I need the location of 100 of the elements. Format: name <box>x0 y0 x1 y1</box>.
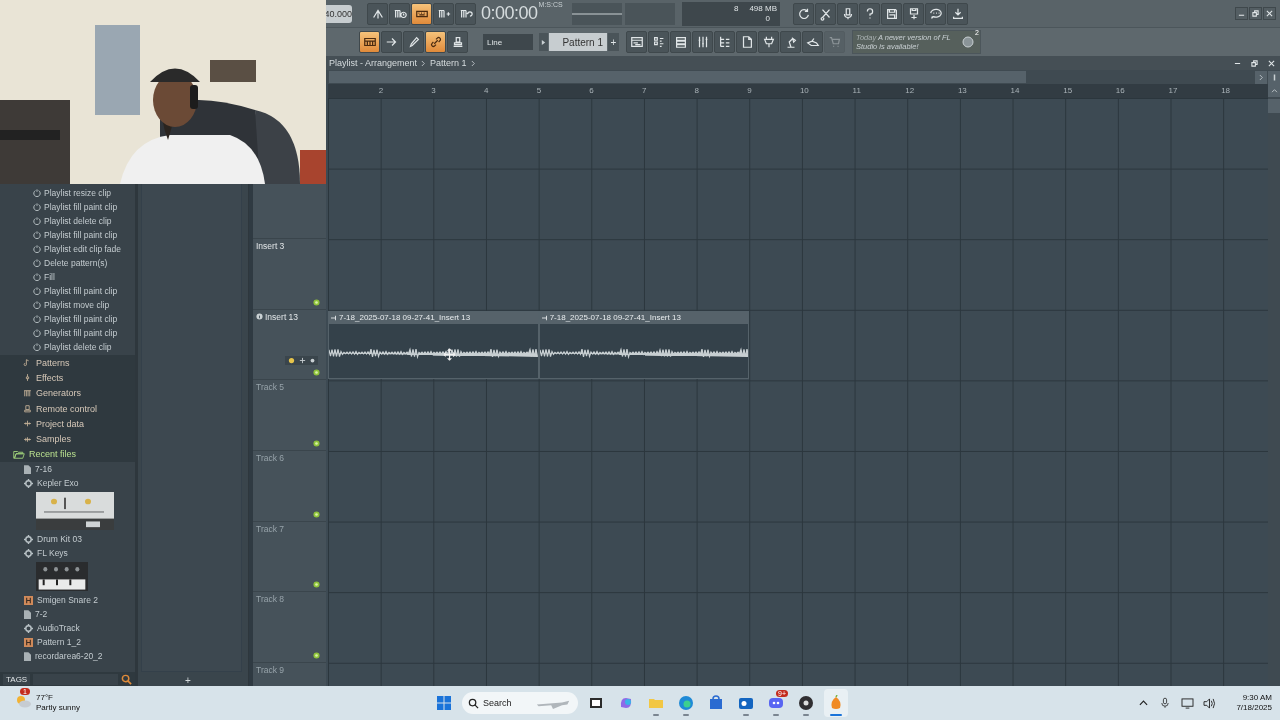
track-name[interactable]: Insert 13 <box>265 311 299 322</box>
tags-label[interactable]: TAGS <box>3 673 31 685</box>
search-icon <box>468 697 479 709</box>
toolbar-button[interactable] <box>425 31 446 53</box>
document-icon <box>24 651 31 661</box>
move-cursor-icon <box>443 348 456 361</box>
tag-search-field[interactable] <box>33 673 118 685</box>
track-controls[interactable] <box>285 355 318 365</box>
toolbar-button[interactable] <box>626 31 647 53</box>
led-icon[interactable] <box>313 439 320 447</box>
mail-icon <box>738 695 754 711</box>
undo-icon <box>33 245 41 253</box>
toolbar-button[interactable] <box>359 31 380 53</box>
led-icon[interactable] <box>313 651 320 659</box>
toolbar-button[interactable] <box>925 2 946 25</box>
history-item[interactable]: Playlist delete clip <box>44 342 112 352</box>
toolbar-button[interactable] <box>648 31 669 53</box>
led-icon[interactable] <box>313 510 320 518</box>
audio-clip[interactable]: 7-18_2025-07-18 09-27-41_Insert 13 <box>538 310 750 380</box>
pattern-arrow-button[interactable] <box>539 33 548 51</box>
toolbar-button[interactable] <box>411 2 432 25</box>
toolbar-button[interactable] <box>903 2 924 25</box>
bar-number: 3 <box>431 86 436 95</box>
pattern-selector[interactable]: Pattern 1 <box>549 33 607 51</box>
toolbar-button[interactable] <box>714 31 735 53</box>
browser-folder[interactable]: Effects <box>36 372 64 383</box>
browser-folder[interactable]: Patterns <box>36 357 70 368</box>
recent-file[interactable]: recordarea6-20_2 <box>35 651 103 662</box>
toolbar-button[interactable] <box>793 2 814 25</box>
grip-icon <box>1272 73 1276 81</box>
recent-file[interactable]: Smigen Snare 2 <box>37 595 98 606</box>
bar-number: 8 <box>694 86 700 95</box>
toolbar-button[interactable] <box>947 2 968 25</box>
history-item[interactable]: Playlist fill paint clip <box>44 314 118 324</box>
recent-file[interactable]: Drum Kit 03 <box>37 534 82 545</box>
clock-date: 7/18/2025 <box>1236 703 1272 713</box>
history-item[interactable]: Fill <box>44 272 55 282</box>
scroll-up-button[interactable] <box>1268 84 1280 97</box>
toolbar-button[interactable] <box>736 31 757 53</box>
led-icon[interactable] <box>313 298 320 306</box>
led-icon[interactable] <box>313 369 320 377</box>
browser-folder[interactable]: Remote control <box>36 403 98 414</box>
history-item[interactable]: Delete pattern(s) <box>44 258 108 268</box>
scrollbar-thumb[interactable] <box>329 71 1026 83</box>
add-pattern-button[interactable]: + <box>608 33 619 51</box>
timeline-ruler[interactable]: 2 3 4 5 6 7 8 9 10 11 12 13 14 15 16 17 18 <box>328 84 1268 98</box>
history-item[interactable]: Playlist fill paint clip <box>44 286 118 296</box>
toolbar-button[interactable] <box>859 2 880 25</box>
toolbar-button[interactable] <box>802 31 823 53</box>
toolbar-button[interactable] <box>758 31 779 53</box>
close-button[interactable] <box>1263 7 1276 20</box>
pattern-breadcrumb[interactable]: Pattern 1 <box>430 58 467 68</box>
recent-file[interactable]: 7-16 <box>35 464 52 475</box>
browser-folder[interactable]: Samples <box>36 434 71 445</box>
history-item[interactable]: Playlist fill paint clip <box>44 328 118 338</box>
toolbar-button[interactable] <box>455 2 476 25</box>
history-item[interactable]: Playlist resize clip <box>44 188 112 198</box>
snap-dropdown[interactable]: Line <box>483 34 533 50</box>
toolbar-button[interactable] <box>780 31 801 53</box>
recent-file[interactable]: Pattern 1_2 <box>37 637 81 648</box>
recent-file[interactable]: FL Keys <box>37 548 68 559</box>
toolbar-button[interactable] <box>692 31 713 53</box>
toolbar-button[interactable] <box>433 2 454 25</box>
search-icon[interactable] <box>121 673 132 685</box>
scrollbar-thumb[interactable] <box>1268 99 1280 113</box>
recent-file[interactable]: 7-2 <box>35 609 48 620</box>
toolbar-button[interactable] <box>837 2 858 25</box>
toolbar-button[interactable] <box>403 31 424 53</box>
recent-file[interactable]: Kepler Exo <box>37 478 79 489</box>
toolbar-button[interactable] <box>447 31 468 53</box>
history-item[interactable]: Playlist move clip <box>44 300 110 310</box>
right-arrow-icon <box>384 35 399 49</box>
history-item[interactable]: Playlist edit clip fade <box>44 244 121 254</box>
toolbar-button[interactable] <box>815 2 836 25</box>
search-field[interactable]: Search <box>483 698 531 708</box>
toolbar-button[interactable] <box>670 31 691 53</box>
toolbar-button[interactable] <box>381 31 402 53</box>
recent-file[interactable]: AudioTrack <box>37 623 80 634</box>
toolbar-button[interactable] <box>881 2 902 25</box>
browser-folder[interactable]: Generators <box>36 388 82 399</box>
history-item[interactable]: Playlist fill paint clip <box>44 202 118 212</box>
browser-folder[interactable]: Project data <box>36 418 85 429</box>
tempo-display[interactable]: 40.000 <box>326 4 352 23</box>
led-icon[interactable] <box>313 581 320 589</box>
document-icon <box>24 609 31 619</box>
clock[interactable]: 9:30 AM 7/18/2025 <box>1236 693 1272 713</box>
history-item[interactable]: Playlist delete clip <box>44 216 112 226</box>
toolbar-button[interactable] <box>389 2 410 25</box>
restore-button[interactable] <box>1249 7 1262 20</box>
search-bar[interactable]: Search <box>462 692 578 714</box>
scroll-right-button[interactable] <box>1255 70 1267 84</box>
track-name[interactable]: Insert 3 <box>256 241 285 252</box>
zoom-handle[interactable] <box>1268 70 1280 84</box>
playlist-grid[interactable]: 7-18_2025-07-18 09-27-41_Insert 13 7-18_2025-07-18 09-27-41_Insert 13 <box>328 98 1268 686</box>
add-button[interactable]: + <box>178 674 198 686</box>
list-icon <box>673 35 688 49</box>
history-item[interactable]: Playlist fill paint clip <box>44 230 118 240</box>
minimize-button[interactable] <box>1235 7 1248 20</box>
toolbar-button[interactable] <box>367 2 388 25</box>
audio-clip[interactable]: 7-18_2025-07-18 09-27-41_Insert 13 <box>328 310 539 380</box>
